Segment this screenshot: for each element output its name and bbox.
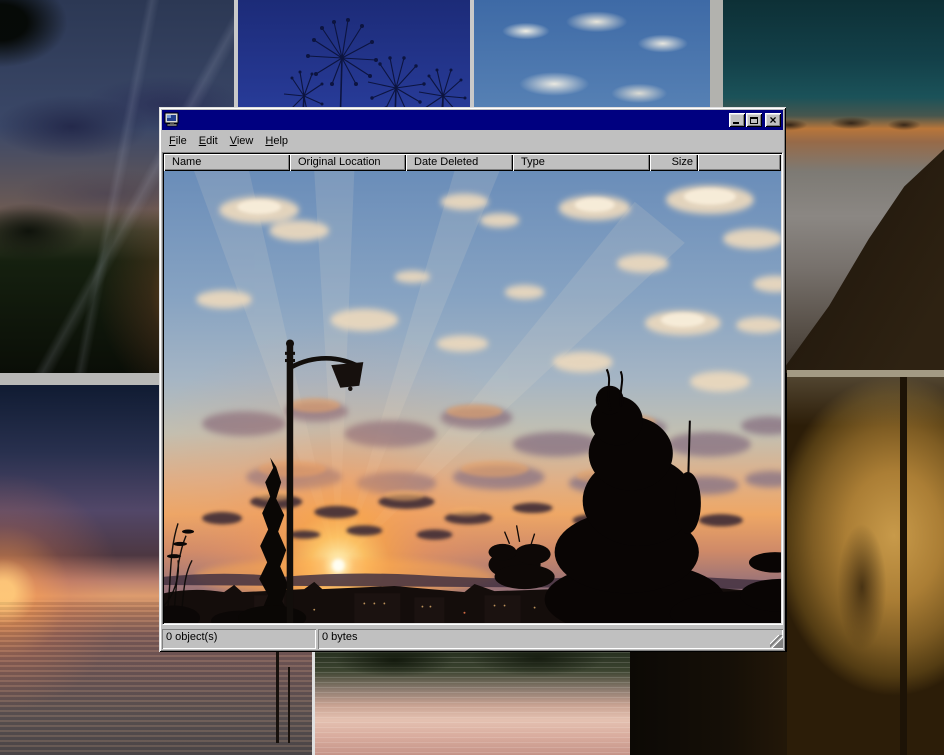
lake-pole [276,643,279,743]
wallpaper-tile-dark-strip [630,652,793,755]
maximize-button[interactable] [746,113,762,127]
resize-grip[interactable] [770,635,783,648]
status-byte-count: 0 bytes [318,629,783,649]
close-button[interactable]: × [765,113,781,127]
column-header-date-deleted[interactable]: Date Deleted [406,154,513,171]
column-header-name[interactable]: Name [164,154,290,171]
menu-bar: File Edit View Help [162,130,783,152]
recycle-bin-window: × File Edit View Help Name Original Loca… [159,107,786,652]
sunset-streetlamp-photo [164,171,781,623]
column-header-row: Name Original Location Date Deleted Type… [164,154,781,171]
minimize-button[interactable] [729,113,745,127]
wallpaper-tile-water-reflection [312,652,633,755]
menu-file[interactable]: File [163,133,193,149]
maximize-icon [750,117,758,124]
desktop: × File Edit View Help Name Original Loca… [0,0,944,755]
title-bar[interactable]: × [162,110,783,130]
column-header-filler [698,154,781,171]
status-object-count: 0 object(s) [162,629,316,649]
column-header-type[interactable]: Type [513,154,650,171]
blurred-tree-shadow [827,497,897,677]
menu-view[interactable]: View [224,133,260,149]
column-header-original-location[interactable]: Original Location [290,154,406,171]
status-bar: 0 object(s) 0 bytes [162,627,783,649]
golden-photo-pole [900,377,907,755]
wallpaper-tile-golden-blur [787,377,944,755]
computer-icon[interactable] [164,112,180,128]
close-icon: × [769,115,776,125]
menu-help[interactable]: Help [259,133,294,149]
column-header-size[interactable]: Size [650,154,698,171]
minimize-icon [733,122,739,124]
tile-divider [787,370,944,377]
file-list-area[interactable] [164,171,781,623]
menu-edit[interactable]: Edit [193,133,224,149]
list-view: Name Original Location Date Deleted Type… [162,152,783,625]
lake-pole [288,667,290,743]
